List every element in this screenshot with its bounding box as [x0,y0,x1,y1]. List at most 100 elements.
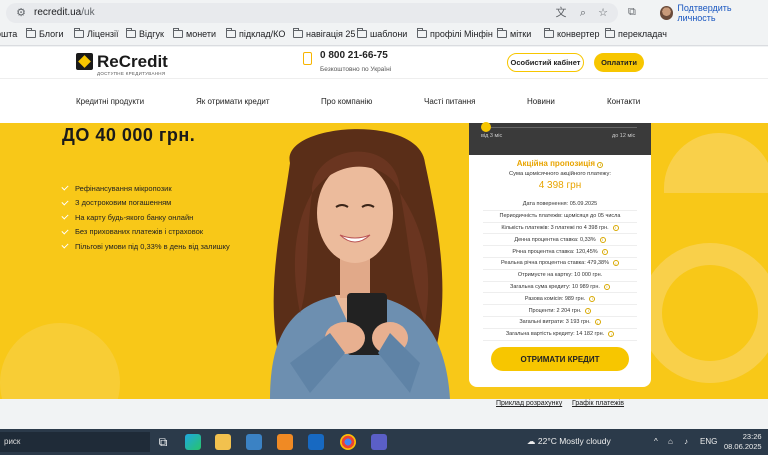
folder-icon [74,28,84,38]
bookmark-item[interactable]: монети [173,28,216,39]
weather-widget[interactable]: ☁ 22°C Mostly cloudy [527,436,611,447]
bookmark-item[interactable]: навігація 25 [293,28,355,39]
get-credit-button[interactable]: ОТРИМАТИ КРЕДИТ [491,347,629,371]
folder-icon [544,28,554,38]
folder-icon [226,28,236,38]
zoom-icon[interactable]: ⌕ [576,6,590,20]
bookmark-item[interactable]: конвертер [544,28,600,39]
phone-number[interactable]: 0 800 21-66-75 [320,50,388,61]
bookmark-item[interactable]: Відгук [126,28,164,39]
calculation-example-link[interactable]: Приклад розрахунку [496,400,562,407]
nav-credit-products[interactable]: Кредитні продукти [76,97,144,106]
bookmark-star-icon[interactable]: ☆ [596,6,610,20]
detail-row: Дата повернення: 05.09.2025 [483,199,637,211]
site-info-icon[interactable]: ⚙ [14,6,28,20]
site-header: ReCredit ДОСТУПНЕ КРЕДИТУВАННЯ 0 800 21-… [0,47,768,78]
detail-row: Периодичність платежів: щомісяця до 05 ч… [483,211,637,223]
info-icon[interactable]: i [589,295,596,302]
term-slider-track[interactable] [489,127,637,128]
tray-chevron-icon[interactable]: ^ [654,437,658,446]
nav-contacts[interactable]: Контакти [607,97,640,106]
check-icon [61,241,69,249]
slider-min-label: від 3 міс [481,133,503,139]
info-icon[interactable]: i [612,224,619,231]
woman-photo [270,129,450,399]
browser-toolbar: ⚙ recredit.ua/uk 文 ⌕ ☆ ⧉ Подтвердить лич… [0,0,768,26]
folder-icon [417,28,427,38]
info-icon[interactable]: i [608,331,615,338]
info-icon[interactable]: i [599,236,606,243]
task-view-icon[interactable]: ⧉ [155,434,171,450]
detail-row: Кількість платежів: 3 платежі по 4 398 г… [483,223,637,235]
benefit-item: Рефінансування мікропозик [61,181,230,196]
benefit-item: На карту будь-якого банку онлайн [61,210,230,225]
info-icon[interactable]: i [612,260,619,267]
logo-mark-icon [76,53,93,70]
bookmark-item[interactable]: профілі Мінфін [417,28,493,39]
address-bar[interactable]: ⚙ recredit.ua/uk 文 ⌕ ☆ [6,3,618,23]
nav-how-to-get[interactable]: Як отримати кредит [196,97,270,106]
url-text[interactable]: recredit.ua/uk [34,7,95,18]
bookmark-item[interactable]: Ліцензії [74,28,119,39]
chrome-icon[interactable] [340,434,356,450]
folder-icon [293,28,303,38]
benefits-list: Рефінансування мікропозик З достроковим … [61,181,230,254]
info-icon[interactable]: i [601,248,608,255]
cloud-icon: ☁ [527,436,536,446]
detail-row: Реальна річна процентна ставка: 479,38% i [483,258,637,270]
check-icon [61,227,69,235]
hero-title: ДО 40 000 грн. [62,125,196,145]
taskbar-search[interactable]: риск [0,432,150,452]
pay-button[interactable]: Оплатити [594,53,644,72]
phone-note: Безкоштовно по Україні [320,66,392,73]
site-logo[interactable]: ReCredit ДОСТУПНЕ КРЕДИТУВАННЯ [76,53,168,76]
logo-tagline: ДОСТУПНЕ КРЕДИТУВАННЯ [97,71,166,76]
language-indicator[interactable]: ENG [700,437,717,446]
benefit-item: З достроковим погашенням [61,196,230,211]
store-icon[interactable] [246,434,262,450]
folder-icon [605,28,615,38]
bookmarks-bar: ошта Блоги Ліцензії Відгук монети підкла… [0,26,768,46]
term-slider-handle[interactable] [481,122,491,132]
info-icon[interactable]: i [594,319,601,326]
profile-button[interactable]: Подтвердить личность [660,3,768,23]
term-slider-area: від 3 міс до 12 міс [469,122,651,155]
translate-icon[interactable]: 文 [554,6,568,20]
bookmark-item[interactable]: підклад/КО [226,28,285,39]
promo-title: Акційна пропозиція i [469,159,651,168]
bookmark-item[interactable]: ошта [0,29,17,39]
nav-about[interactable]: Про компанію [321,97,372,106]
volume-icon[interactable]: ♪ [684,437,688,446]
nav-faq[interactable]: Часті питання [424,97,475,106]
network-icon[interactable]: ⌂ [668,437,673,446]
edge-icon[interactable] [185,434,201,450]
benefit-item: Без прихованих платежів і страховок [61,225,230,240]
detail-row: Проценти: 2 204 грн. i [483,305,637,317]
detail-row: Денна процентна ставка: 0,33% i [483,234,637,247]
logo-text: ReCredit [97,52,168,71]
file-explorer-icon[interactable] [215,434,231,450]
teams-icon[interactable] [371,434,387,450]
clock[interactable]: 23:26 08.06.2025 [724,432,762,452]
extensions-icon[interactable]: ⧉ [628,6,636,19]
app-icon[interactable] [277,434,293,450]
payment-schedule-link[interactable]: Графік платежів [572,400,624,407]
promo-amount: 4 398 грн [538,180,582,191]
bookmark-item[interactable]: мітки [497,28,531,39]
check-icon [61,212,69,220]
loan-details: Дата повернення: 05.09.2025 Периодичніст… [483,199,637,341]
phone-icon [303,52,312,65]
detail-row: Отримуєте на картку: 10 000 грн. [483,270,637,282]
outlook-icon[interactable] [308,434,324,450]
bookmark-item[interactable]: Блоги [26,28,63,39]
cabinet-button[interactable]: Особистий кабінет [507,53,584,72]
nav-news[interactable]: Новини [527,97,555,106]
info-icon[interactable]: i [585,307,592,314]
main-nav: Кредитні продукти Як отримати кредит Про… [0,78,768,123]
bookmark-item[interactable]: шаблони [357,28,407,39]
info-icon[interactable]: i [597,161,604,168]
decor-ring [640,243,768,383]
detail-row: Разова комісія: 989 грн. i [483,293,637,306]
bookmark-item[interactable]: перекладач [605,28,667,39]
info-icon[interactable]: i [603,283,610,290]
